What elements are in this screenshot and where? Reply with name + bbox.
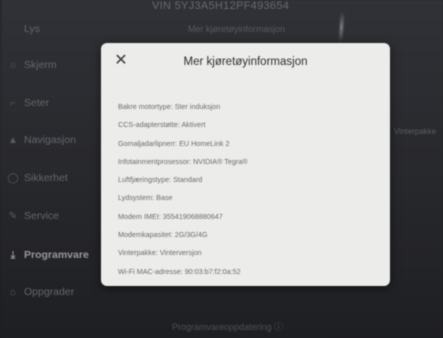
vehicle-info-dialog: ✕ Mer kjøretøyinformasjon Bakre motortyp… (101, 43, 390, 286)
info-row-air-suspension: Luftfjæringstype: Standard (118, 175, 203, 185)
info-row-wifi-mac: Wi-Fi MAC-adresse: 90:03:b7:f2:0a:52 (118, 266, 241, 276)
info-row-homelink: Gomaljadarlipnerr: EU HomeLink 2 (118, 138, 230, 148)
info-row-sound-system: Lydsystem: Base (118, 193, 173, 203)
info-row-modem-imei: Modem IMEI: 355419068880647 (118, 211, 223, 221)
vehicle-info-list: Bakre motortype: Ster induksjon CCS-adap… (118, 98, 380, 281)
dialog-title: Mer kjøretøyinformasjon (183, 56, 308, 68)
info-row-infotainment: Infotainmentprosessor: NVIDIA® Tegra® (118, 156, 248, 166)
info-row-rear-motor: Bakre motortype: Ster induksjon (118, 102, 221, 111)
info-row-winter-package: Vinterpakke: Vinterversjon (118, 248, 202, 258)
info-row-modem-capacity: Modemkapasitet: 2G/3G/4G (118, 230, 208, 240)
info-row-ccs-adapter: CCS-adapterstøtte: Aktivert (118, 120, 206, 130)
